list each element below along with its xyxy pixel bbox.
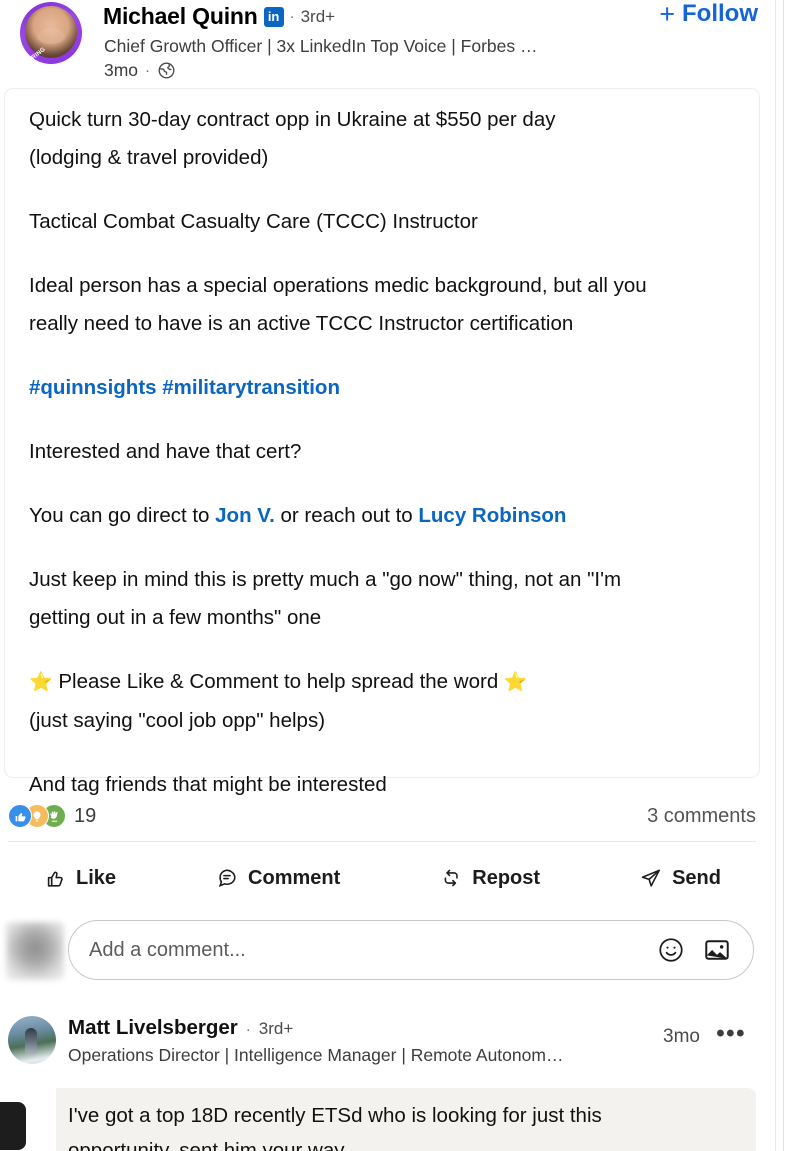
repost-arrows-icon bbox=[440, 867, 462, 889]
repost-button-label: Repost bbox=[472, 866, 541, 889]
post-line-4: Ideal person has a special operations me… bbox=[29, 274, 647, 297]
plus-icon: + bbox=[659, 0, 676, 29]
post-line-5: really need to have is an active TCCC In… bbox=[29, 312, 574, 335]
post-line-6: Interested and have that cert? bbox=[29, 440, 302, 463]
star-icon-left: ⭐ bbox=[29, 672, 53, 693]
thumbs-up-icon bbox=[44, 867, 66, 889]
commenter-name[interactable]: Matt Livelsberger bbox=[68, 1016, 238, 1040]
social-counts-row: 19 3 comments bbox=[0, 793, 762, 839]
post-action-bar: Like Comment Repost Send bbox=[0, 850, 760, 906]
comment-input-box[interactable] bbox=[68, 920, 754, 980]
commenter-separator: · bbox=[245, 1021, 251, 1038]
comment-button-label: Comment bbox=[248, 866, 341, 889]
comment-body: I've got a top 18D recently ETSd who is … bbox=[56, 1088, 756, 1151]
social-divider bbox=[8, 841, 756, 842]
post-line-8: Just keep in mind this is pretty much a … bbox=[29, 568, 622, 591]
post-time: 3mo bbox=[104, 60, 139, 80]
comment-button[interactable]: Comment bbox=[212, 861, 344, 896]
follow-button[interactable]: + Follow bbox=[659, 0, 758, 28]
post-line-10: ⭐ Please Like & Comment to help spread t… bbox=[29, 663, 737, 702]
post-line-1: Quick turn 30-day contract opp in Ukrain… bbox=[29, 108, 556, 131]
post-text: Quick turn 30-day contract opp in Ukrain… bbox=[29, 101, 737, 804]
reactions-group[interactable]: 19 bbox=[8, 804, 96, 828]
smiley-icon[interactable] bbox=[657, 936, 685, 964]
post-line-3: Tactical Combat Casualty Care (TCCC) Ins… bbox=[29, 210, 478, 233]
like-thumb-icon bbox=[8, 804, 32, 828]
comment-count[interactable]: 3 comments bbox=[647, 805, 756, 828]
repost-button[interactable]: Repost bbox=[436, 861, 544, 896]
author-avatar-photo bbox=[25, 6, 77, 58]
line7-prefix: You can go direct to bbox=[29, 504, 216, 527]
post-line-7: You can go direct to Jon V. or reach out… bbox=[29, 497, 737, 535]
meta-separator: · bbox=[145, 62, 151, 79]
comment-composer bbox=[0, 918, 760, 990]
speech-bubble-icon bbox=[216, 867, 238, 889]
comment-text-line-1: I've got a top 18D recently ETSd who is … bbox=[68, 1104, 602, 1127]
commenter-degree: 3rd+ bbox=[258, 1019, 294, 1038]
post-line-11: (just saying "cool job opp" helps) bbox=[29, 709, 326, 732]
right-gutter-rule-outer bbox=[783, 0, 784, 1151]
comment-time: 3mo bbox=[663, 1026, 700, 1047]
floating-chip-partial[interactable] bbox=[0, 1102, 26, 1150]
send-button[interactable]: Send bbox=[636, 861, 725, 896]
author-name-row: Michael Quinn in · 3rd+ bbox=[103, 3, 335, 30]
comment-input[interactable] bbox=[69, 938, 657, 962]
follow-button-label: Follow bbox=[682, 0, 758, 27]
post-line-2: (lodging & travel provided) bbox=[29, 146, 269, 169]
hashtag-quinnsights[interactable]: #quinnsights bbox=[29, 376, 157, 399]
star-icon-right: ⭐ bbox=[503, 672, 528, 693]
hashtag-militarytransition[interactable]: #militarytransition bbox=[162, 376, 340, 399]
commenter-header: Matt Livelsberger · 3rd+ Operations Dire… bbox=[68, 1016, 752, 1066]
mention-lucy-robinson[interactable]: Lucy Robinson bbox=[418, 504, 566, 527]
line10-text: Please Like & Comment to help spread the… bbox=[52, 670, 504, 693]
right-gutter-rule-inner bbox=[775, 0, 776, 1151]
image-icon[interactable] bbox=[703, 936, 731, 964]
comment-more-options-button[interactable]: ••• bbox=[716, 1022, 746, 1046]
line7-middle: or reach out to bbox=[274, 504, 419, 527]
author-degree: 3rd+ bbox=[300, 6, 336, 26]
paper-plane-icon bbox=[640, 867, 662, 889]
post-meta-row: 3mo · bbox=[104, 60, 176, 81]
commenter-name-row: Matt Livelsberger · 3rd+ bbox=[68, 1016, 752, 1040]
post-body-card: Quick turn 30-day contract opp in Ukrain… bbox=[4, 88, 760, 796]
globe-icon bbox=[157, 61, 176, 80]
comment-text-line-2: opportunity, sent him your way. bbox=[68, 1139, 349, 1151]
author-name[interactable]: Michael Quinn bbox=[103, 3, 258, 30]
reaction-count: 19 bbox=[74, 804, 97, 827]
commenter-avatar[interactable] bbox=[8, 1016, 56, 1064]
current-user-avatar[interactable] bbox=[6, 922, 64, 980]
author-avatar[interactable]: #HIRING bbox=[20, 2, 82, 67]
name-separator: · bbox=[289, 8, 295, 25]
like-button[interactable]: Like bbox=[40, 861, 120, 896]
commenter-headline: Operations Director | Intelligence Manag… bbox=[68, 1045, 564, 1065]
like-button-label: Like bbox=[76, 866, 117, 889]
send-button-label: Send bbox=[672, 866, 721, 889]
post-header: #HIRING Michael Quinn in · 3rd+ Chief Gr… bbox=[0, 0, 800, 92]
post-hashtags: #quinnsights #militarytransition bbox=[29, 369, 737, 407]
mention-jon-v[interactable]: Jon V. bbox=[215, 504, 275, 527]
linkedin-in-logo-icon: in bbox=[263, 6, 284, 27]
linkedin-post-screen: #HIRING Michael Quinn in · 3rd+ Chief Gr… bbox=[0, 0, 800, 1151]
author-headline: Chief Growth Officer | 3x LinkedIn Top V… bbox=[104, 36, 538, 56]
post-line-9: getting out in a few months" one bbox=[29, 606, 322, 629]
